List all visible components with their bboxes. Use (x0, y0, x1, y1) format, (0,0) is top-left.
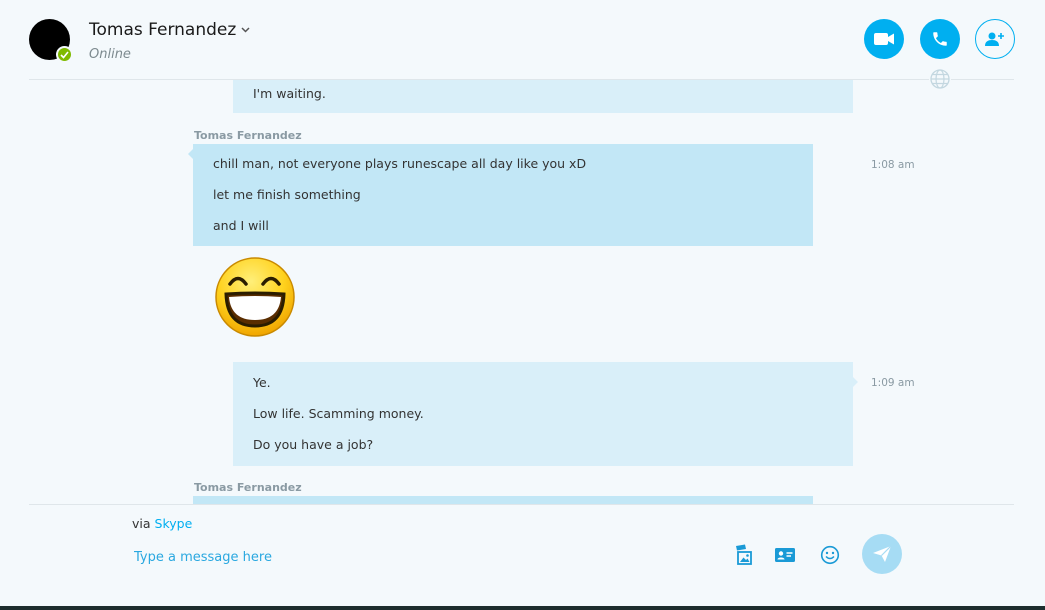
send-contact-button[interactable] (773, 543, 797, 567)
via-prefix: via (132, 516, 151, 531)
audio-call-button[interactable] (920, 19, 960, 59)
message-timestamp: 1:09 am (871, 377, 915, 389)
globe-icon[interactable] (929, 68, 951, 90)
contact-status: Online (89, 47, 131, 62)
bubble-tail (853, 377, 858, 387)
contact-card-icon (775, 548, 795, 562)
composer-divider (29, 504, 1014, 505)
outgoing-message-bubble: Ye. Low life. Scamming money. Do you hav… (233, 362, 853, 466)
send-button[interactable] (862, 534, 902, 574)
sender-name: Tomas Fernandez (194, 129, 302, 142)
contact-name[interactable]: Tomas Fernandez (89, 20, 236, 40)
bubble-tail (188, 149, 193, 159)
via-service-link[interactable]: Skype (155, 516, 193, 531)
presence-online-icon (56, 46, 73, 63)
message-line: chill man, not everyone plays runescape … (213, 156, 587, 171)
media-gallery-icon (736, 544, 752, 565)
conversation-header: Tomas Fernandez Online (0, 0, 1045, 90)
video-call-button[interactable] (864, 19, 904, 59)
message-line: Low life. Scamming money. (253, 406, 424, 421)
phone-icon (933, 32, 947, 46)
emoticon-icon (820, 545, 840, 565)
sender-name: Tomas Fernandez (194, 481, 302, 494)
message-line: let me finish something (213, 187, 361, 202)
via-service-label: via Skype (132, 516, 192, 531)
send-icon (873, 545, 892, 562)
big-grin-emoticon (215, 257, 295, 337)
message-input[interactable] (134, 547, 694, 567)
add-people-button[interactable] (975, 19, 1015, 59)
incoming-message-bubble: chill man, not everyone plays runescape … (193, 144, 813, 246)
media-gallery-button[interactable] (731, 543, 755, 567)
message-line: I'm waiting. (253, 86, 326, 101)
message-line: Ye. (253, 375, 271, 390)
chevron-down-icon[interactable] (241, 27, 250, 33)
message-timestamp: 1:08 am (871, 159, 915, 171)
video-camera-icon (874, 33, 894, 45)
outgoing-message-bubble: I'm waiting. (233, 80, 853, 113)
message-line: and I will (213, 218, 269, 233)
message-line: Do you have a job? (253, 437, 374, 452)
window-bottom-edge (0, 606, 1045, 610)
emoticon-picker-button[interactable] (818, 543, 842, 567)
add-person-icon (985, 32, 1004, 46)
